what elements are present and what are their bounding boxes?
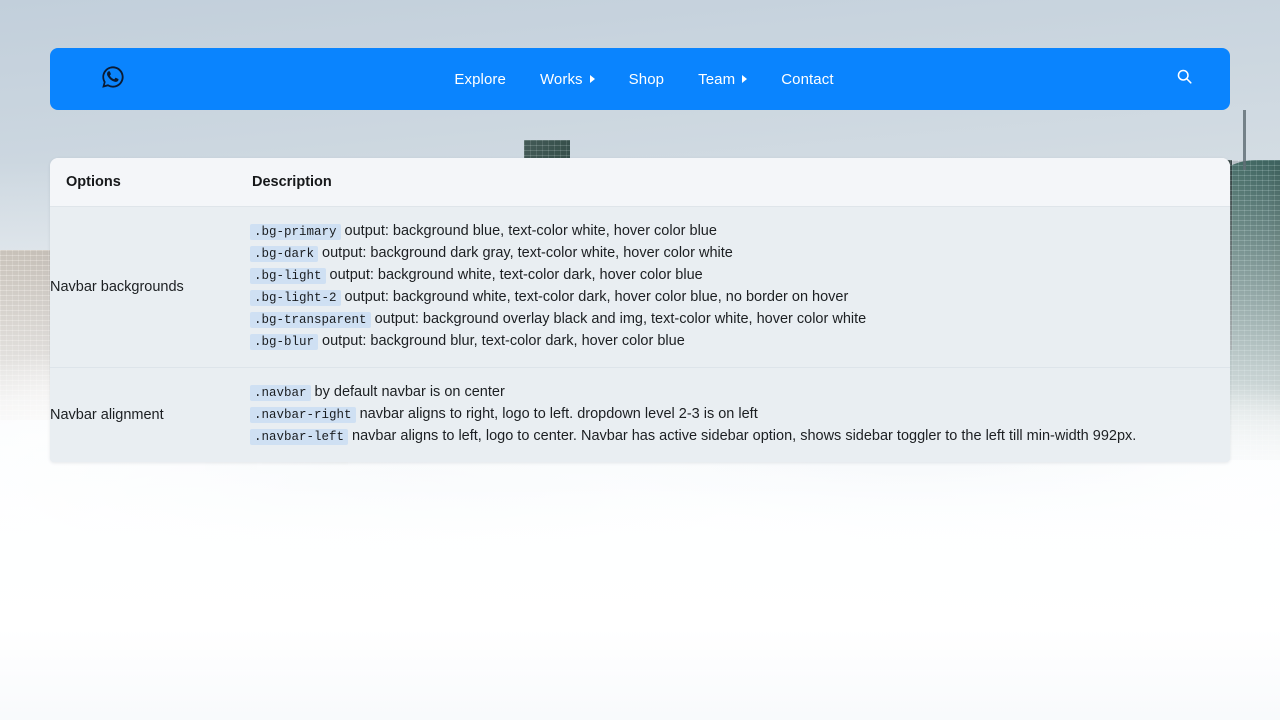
- description-line: .bg-transparent output: background overl…: [250, 309, 1216, 331]
- row-label-navbar-backgrounds: Navbar backgrounds: [50, 206, 250, 368]
- column-header-description: Description: [250, 158, 1230, 207]
- options-table: Options Description Navbar backgrounds .…: [50, 158, 1230, 462]
- column-header-options: Options: [50, 158, 250, 207]
- options-table-panel: Options Description Navbar backgrounds .…: [50, 158, 1230, 462]
- table-header: Options Description: [50, 158, 1230, 207]
- navbar: Explore Works Shop Team Contact: [50, 48, 1230, 110]
- description-line: .bg-dark output: background dark gray, t…: [250, 243, 1216, 265]
- code-chip-navbar-right: .navbar-right: [250, 407, 356, 423]
- description-text: by default navbar is on center: [314, 384, 505, 400]
- nav-link-shop[interactable]: Shop: [612, 65, 681, 94]
- code-chip-bg-blur: .bg-blur: [250, 334, 319, 350]
- row-label-navbar-alignment: Navbar alignment: [50, 367, 250, 462]
- code-chip-bg-light-2: .bg-light-2: [250, 290, 341, 306]
- table-row: Navbar backgrounds .bg-primary output: b…: [50, 206, 1230, 368]
- nav-link-works-label: Works: [539, 70, 583, 88]
- chevron-right-icon: [589, 75, 595, 83]
- nav-link-contact[interactable]: Contact: [764, 65, 850, 94]
- description-line: .bg-blur output: background blur, text-c…: [250, 331, 1216, 353]
- description-line: .bg-primary output: background blue, tex…: [250, 221, 1216, 243]
- description-text: navbar aligns to left, logo to center. N…: [352, 428, 1137, 444]
- description-line: .navbar-left navbar aligns to left, logo…: [250, 426, 1216, 448]
- description-text: output: background blue, text-color whit…: [344, 223, 717, 239]
- code-chip-navbar-left: .navbar-left: [250, 429, 349, 445]
- description-text: output: background white, text-color dar…: [344, 289, 849, 305]
- whatsapp-logo-icon: [100, 64, 126, 95]
- nav-link-shop-label: Shop: [628, 70, 665, 88]
- description-line: .bg-light-2 output: background white, te…: [250, 287, 1216, 309]
- nav-link-explore[interactable]: Explore: [437, 65, 523, 94]
- row-description-navbar-alignment: .navbar by default navbar is on center .…: [250, 367, 1230, 462]
- table-body: Navbar backgrounds .bg-primary output: b…: [50, 206, 1230, 462]
- code-chip-bg-dark: .bg-dark: [250, 246, 319, 262]
- nav-link-team[interactable]: Team: [681, 65, 764, 94]
- table-header-row: Options Description: [50, 158, 1230, 207]
- code-chip-navbar: .navbar: [250, 385, 311, 401]
- nav-links: Explore Works Shop Team Contact: [142, 65, 1146, 94]
- chevron-right-icon: [742, 75, 748, 83]
- nav-link-contact-label: Contact: [781, 70, 834, 88]
- code-chip-bg-transparent: .bg-transparent: [250, 312, 371, 328]
- description-text: output: background overlay black and img…: [374, 311, 867, 327]
- description-text: output: background blur, text-color dark…: [322, 333, 685, 349]
- description-line: .bg-light output: background white, text…: [250, 265, 1216, 287]
- search-icon: [1176, 68, 1193, 90]
- description-text: output: background dark gray, text-color…: [322, 245, 733, 261]
- logo-link[interactable]: [84, 64, 142, 95]
- description-line: .navbar by default navbar is on center: [250, 382, 1216, 404]
- description-text: output: background white, text-color dar…: [329, 267, 703, 283]
- table-row: Navbar alignment .navbar by default navb…: [50, 367, 1230, 462]
- search-button[interactable]: [1146, 68, 1222, 90]
- code-chip-bg-primary: .bg-primary: [250, 224, 341, 240]
- description-text: navbar aligns to right, logo to left. dr…: [359, 406, 758, 422]
- code-chip-bg-light: .bg-light: [250, 268, 326, 284]
- row-description-navbar-backgrounds: .bg-primary output: background blue, tex…: [250, 206, 1230, 368]
- nav-link-works[interactable]: Works: [523, 65, 612, 94]
- description-line: .navbar-right navbar aligns to right, lo…: [250, 404, 1216, 426]
- nav-link-team-label: Team: [698, 70, 736, 88]
- nav-link-explore-label: Explore: [454, 70, 506, 88]
